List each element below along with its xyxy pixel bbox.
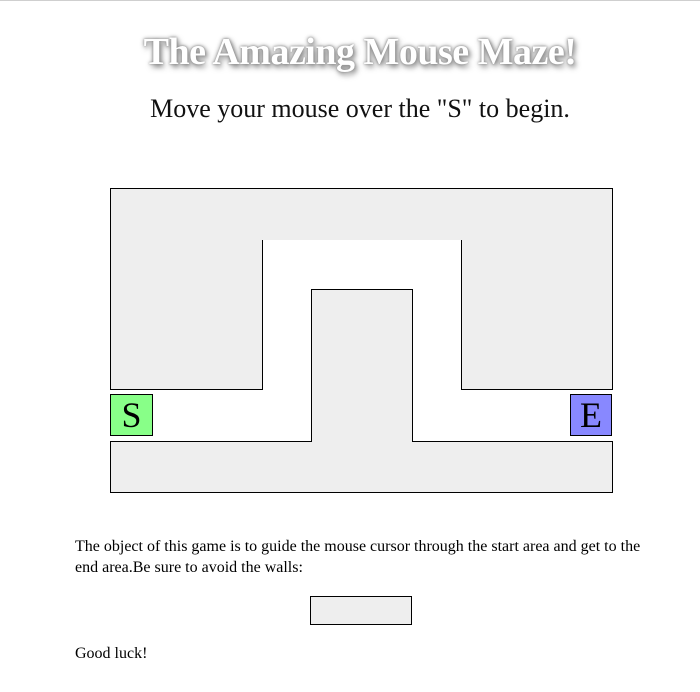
maze-start-square[interactable]: S — [110, 394, 153, 436]
maze-wall-top-center-cover — [111, 238, 612, 240]
maze-wall-top-left[interactable] — [110, 239, 263, 390]
example-wall-swatch — [310, 596, 412, 625]
game-description: The object of this game is to guide the … — [75, 538, 641, 576]
good-luck-text: Good luck! — [75, 645, 148, 662]
page: The Amazing Mouse Maze! Move your mouse … — [0, 0, 700, 692]
maze-wall-top[interactable] — [110, 188, 613, 240]
maze-wall-top-right[interactable] — [461, 239, 613, 390]
page-title: The Amazing Mouse Maze! — [143, 31, 577, 73]
maze-wall-bottom[interactable] — [110, 441, 613, 493]
maze-wall-center-post[interactable] — [311, 289, 413, 442]
top-divider — [0, 0, 700, 1]
maze-end-square[interactable]: E — [570, 394, 612, 436]
instruction-text: Move your mouse over the "S" to begin. — [150, 94, 570, 123]
maze-wall-center-join — [312, 440, 412, 443]
